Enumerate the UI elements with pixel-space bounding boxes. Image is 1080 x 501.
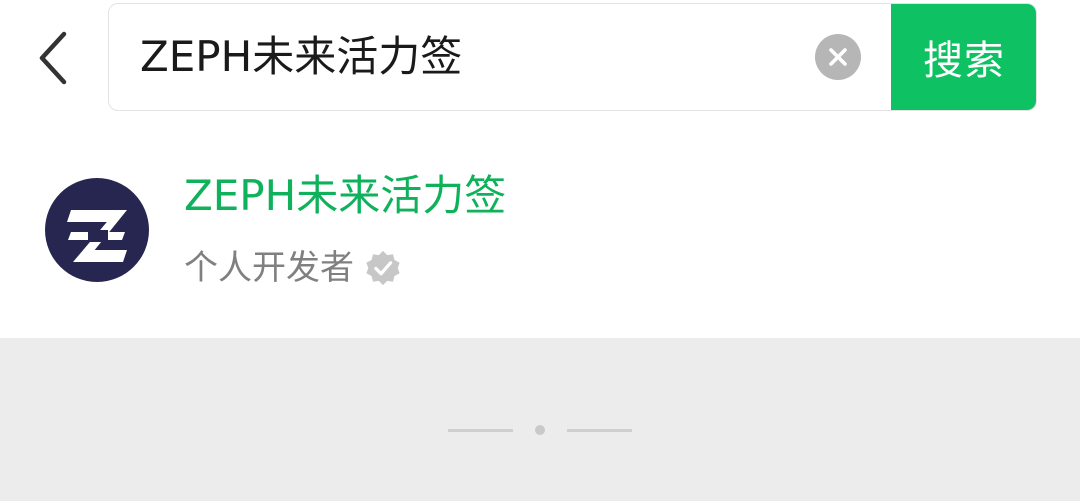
back-button[interactable] — [22, 22, 86, 94]
chevron-left-icon — [39, 31, 67, 85]
clear-search-button[interactable] — [815, 34, 861, 80]
search-button[interactable]: 搜索 — [891, 4, 1036, 110]
result-meta: 个人开发者 — [184, 242, 402, 294]
close-icon — [829, 48, 847, 66]
end-divider-line-left — [448, 429, 513, 432]
search-input[interactable] — [140, 4, 800, 110]
zeph-logo-icon — [67, 210, 127, 262]
avatar — [45, 178, 149, 282]
search-box: 搜索 — [108, 3, 1037, 111]
search-page: 搜索 ZEPH未来活力签 个人开发者 — [0, 0, 1080, 501]
result-title: ZEPH未来活力签 — [184, 171, 507, 220]
end-divider-dot — [535, 425, 545, 435]
result-item[interactable]: ZEPH未来活力签 个人开发者 — [0, 142, 1080, 338]
footer-area — [0, 338, 1080, 501]
end-divider-line-right — [567, 429, 632, 432]
verified-badge-icon — [366, 250, 400, 286]
result-subtitle: 个人开发者 — [184, 248, 354, 288]
